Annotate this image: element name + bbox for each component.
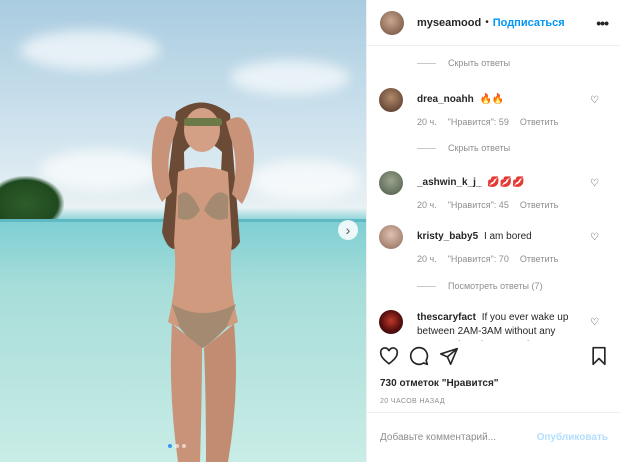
post-side-panel: myseamood • Подписаться ••• Скрыть ответ… xyxy=(366,0,620,462)
comment-divider xyxy=(367,412,620,413)
likes-count[interactable]: 730 отметок "Нравится" xyxy=(380,378,499,389)
island xyxy=(0,176,64,222)
comment-time[interactable]: 20 ч. xyxy=(417,115,437,129)
post-actions xyxy=(379,346,469,371)
comment-likes[interactable]: "Нравится": 59 xyxy=(448,115,509,129)
commenter-avatar[interactable] xyxy=(379,310,403,334)
comment-username[interactable]: kristy_baby5 xyxy=(417,231,478,242)
bookmark-icon[interactable] xyxy=(590,346,608,371)
divider-line xyxy=(417,285,436,287)
reply-button[interactable]: Ответить xyxy=(520,252,558,266)
comment-text: I am bored xyxy=(483,231,532,242)
comment-likes[interactable]: "Нравится": 45 xyxy=(448,198,509,212)
like-comment-heart-icon[interactable]: ♡ xyxy=(590,317,599,328)
view-replies-toggle[interactable]: Посмотреть ответы (7) xyxy=(367,277,620,295)
comment-username[interactable]: _ashwin_k_j_ xyxy=(417,177,481,188)
comment-item: _ashwin_k_j_ 💋💋💋 20 ч. "Нравится": 45 От… xyxy=(367,171,620,212)
reply-button[interactable]: Ответить xyxy=(520,115,558,129)
divider-line xyxy=(417,147,436,149)
follow-button[interactable]: Подписаться xyxy=(493,17,565,29)
cloud xyxy=(20,30,160,70)
hide-replies-label: Скрыть ответы xyxy=(448,143,511,153)
comment-input[interactable]: Добавьте комментарий... xyxy=(380,432,496,443)
comment-bubble-icon[interactable] xyxy=(409,346,429,371)
like-comment-heart-icon[interactable]: ♡ xyxy=(590,232,599,243)
like-comment-heart-icon[interactable]: ♡ xyxy=(590,178,599,189)
divider-line xyxy=(417,62,436,64)
cloud xyxy=(250,160,360,200)
author-username[interactable]: myseamood xyxy=(417,17,481,29)
more-horizontal-icon[interactable]: ••• xyxy=(596,15,609,31)
publish-button[interactable]: Опубликовать xyxy=(537,432,608,443)
cloud xyxy=(230,60,350,95)
commenter-avatar[interactable] xyxy=(379,88,403,112)
share-paper-plane-icon[interactable] xyxy=(439,347,459,370)
post-header: myseamood • Подписаться ••• xyxy=(367,0,620,46)
comment-item: kristy_baby5 I am bored 20 ч. "Нравится"… xyxy=(367,225,620,266)
view-replies-label: Посмотреть ответы (7) xyxy=(448,281,543,291)
comment-time[interactable]: 20 ч. xyxy=(417,252,437,266)
person-figure xyxy=(151,102,254,462)
comment-time[interactable]: 20 ч. xyxy=(417,198,437,212)
post-timestamp[interactable]: 20 ЧАСОВ НАЗАД xyxy=(380,398,445,405)
header-separator: • xyxy=(485,17,489,28)
comment-item: thescaryfact If you ever wake up between… xyxy=(367,310,620,341)
hide-replies-toggle[interactable]: Скрыть ответы xyxy=(367,139,620,157)
comment-item: drea_noahh 🔥🔥 20 ч. "Нравится": 59 Ответ… xyxy=(367,88,620,129)
carousel-dot xyxy=(175,444,179,448)
comment-username[interactable]: thescaryfact xyxy=(417,312,476,323)
like-comment-heart-icon[interactable]: ♡ xyxy=(590,95,599,106)
reply-button[interactable]: Ответить xyxy=(520,198,558,212)
comments-list[interactable]: Скрыть ответы drea_noahh 🔥🔥 20 ч. "Нрави… xyxy=(367,47,620,341)
carousel-dot-active xyxy=(168,444,172,448)
next-image-button[interactable]: › xyxy=(338,220,358,240)
carousel-indicator xyxy=(168,444,186,448)
hide-replies-toggle[interactable]: Скрыть ответы xyxy=(367,54,620,72)
author-avatar[interactable] xyxy=(380,10,404,35)
commenter-avatar[interactable] xyxy=(379,171,403,195)
hide-replies-label: Скрыть ответы xyxy=(448,58,511,68)
carousel-dot xyxy=(182,444,186,448)
comment-text: 💋💋💋 xyxy=(487,177,525,188)
comment-username[interactable]: drea_noahh xyxy=(417,94,474,105)
post-image[interactable]: › xyxy=(0,0,366,462)
comment-likes[interactable]: "Нравится": 70 xyxy=(448,252,509,266)
like-heart-icon[interactable] xyxy=(379,347,399,370)
commenter-avatar[interactable] xyxy=(379,225,403,249)
comment-text: 🔥🔥 xyxy=(479,94,505,105)
